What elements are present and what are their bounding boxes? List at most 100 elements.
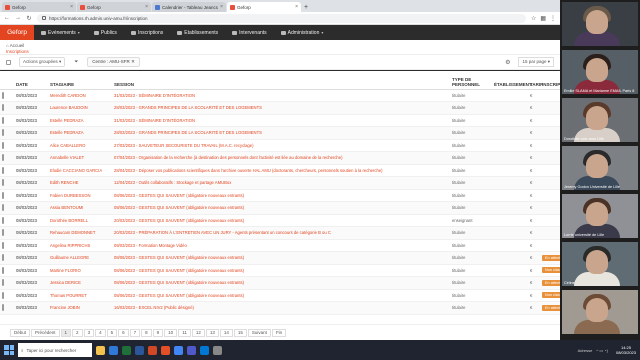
pagination-button[interactable]: Suivant — [247, 328, 271, 337]
table-row[interactable]: 08/03/2023 Laurence BAUDOIN 28/03/2023 - G… — [0, 101, 560, 115]
session-link[interactable]: 16/03/2023 - EXCEL NIV2 (Public désigné) — [112, 301, 450, 315]
pagination-button[interactable]: 8 — [141, 328, 152, 337]
column-header[interactable]: INSCRIPTION — [540, 71, 560, 90]
table-row[interactable]: 08/03/2023 Edith RENCHE 12/04/2023 - Outil… — [0, 176, 560, 190]
row-checkbox[interactable] — [2, 91, 4, 99]
session-link[interactable]: 28/03/2023 - GRANDS PRINCIPES DE LA SCOL… — [112, 126, 450, 140]
row-checkbox[interactable] — [2, 179, 4, 187]
table-row[interactable]: 08/03/2023 Martine FLORIO 08/06/2023 - GES… — [0, 264, 560, 277]
row-checkbox[interactable] — [2, 116, 4, 124]
pagination-button[interactable]: 15 — [233, 328, 247, 337]
page-size-select[interactable]: 15 par page ▾ — [518, 57, 554, 67]
browser-tab[interactable]: Calendrier - Tableau Jeancraft × — [152, 2, 226, 12]
trainee-link[interactable]: Meredith CARDON — [48, 89, 112, 102]
row-checkbox[interactable] — [2, 191, 4, 199]
taskbar-clock[interactable]: 14:25 08/03/2023 — [616, 345, 636, 355]
browser-tab[interactable]: Geforp × — [77, 2, 151, 12]
session-link[interactable]: 31/03/2023 - SÉMINAIRE D'INTÉGRATION — [112, 89, 450, 102]
trainee-link[interactable]: Annabelle VIALET — [48, 151, 112, 165]
table-row[interactable]: 08/03/2023 Dorothée BORRELL 20/03/2023 - G… — [0, 214, 560, 227]
row-checkbox[interactable] — [2, 129, 4, 137]
table-row[interactable]: 08/03/2023 Meredith CARDON 31/03/2023 - SÉ… — [0, 89, 560, 102]
settings-icon[interactable]: ⚙ — [505, 59, 510, 66]
url-field[interactable]: https://formations.rh.admin.univ-amu.fr/… — [37, 13, 526, 23]
session-link[interactable]: 20/03/2023 - PRÉPARATION À L'ENTRETIEN A… — [112, 226, 450, 240]
row-checkbox[interactable] — [2, 291, 4, 299]
trainee-link[interactable]: Guillaume ALLEGRE — [48, 251, 112, 265]
table-row[interactable]: 08/03/2023 Estelle PEDRAZA 28/03/2023 - GR… — [0, 126, 560, 140]
bulk-actions-dropdown[interactable]: Actions groupées ▾ — [19, 57, 66, 67]
taskbar-search[interactable]: ⌕ Taper ici pour rechercher — [18, 343, 92, 357]
column-header[interactable]: TYPE DE PERSONNEL — [450, 71, 492, 90]
participant-video-tile[interactable]: Céline — [562, 242, 638, 286]
menu-item-etablissements[interactable]: Etablissements — [170, 30, 225, 36]
status-badge[interactable]: Non classée en file — [542, 267, 560, 274]
session-link[interactable]: 08/06/2023 - GESTES QUI SAUVENT (obligat… — [112, 201, 450, 215]
menu-item-inscriptions[interactable]: Inscriptions — [124, 30, 170, 36]
pagination-button[interactable]: Début — [10, 328, 31, 337]
table-row[interactable]: 08/03/2023 Jessica DERICE 08/06/2023 - GES… — [0, 276, 560, 290]
teams-icon[interactable] — [187, 345, 196, 355]
trainee-link[interactable]: Edith RENCHE — [48, 176, 112, 190]
star-icon[interactable]: ☆ — [531, 15, 536, 22]
back-icon[interactable]: ← — [4, 15, 10, 21]
column-header[interactable]: ÉTABLISSEMENT — [492, 71, 532, 90]
pagination-button[interactable]: 5 — [106, 328, 118, 337]
session-link[interactable]: 08/06/2023 - GESTES QUI SAUVENT (obligat… — [112, 264, 450, 277]
column-header[interactable]: STAGIAIRE — [48, 71, 112, 90]
session-link[interactable]: 08/06/2023 - GESTES QUI SAUVENT (obligat… — [112, 189, 450, 202]
trainee-link[interactable]: Estelle PEDRAZA — [48, 126, 112, 140]
powerpoint-icon[interactable] — [148, 345, 157, 355]
breadcrumb-home[interactable]: ⌂ Accueil — [6, 43, 24, 48]
row-checkbox[interactable] — [2, 154, 4, 162]
edge-icon[interactable] — [109, 345, 118, 355]
reload-icon[interactable]: ↻ — [26, 15, 32, 22]
row-checkbox[interactable] — [2, 254, 4, 262]
pagination-button[interactable]: 2 — [72, 328, 83, 337]
trainee-link[interactable]: Francine JOBIN — [48, 301, 112, 315]
table-row[interactable]: 08/03/2023 Angelina RIPPRICHS 09/03/2023 -… — [0, 239, 560, 252]
row-checkbox[interactable] — [2, 216, 4, 224]
trainee-link[interactable]: Alice CABALLERO — [48, 139, 112, 152]
row-checkbox[interactable] — [2, 104, 4, 112]
tab-close-icon[interactable]: × — [145, 4, 148, 10]
pagination-button[interactable]: 6 — [118, 328, 129, 337]
trainee-link[interactable]: Dorothée BORRELL — [48, 214, 112, 227]
status-badge[interactable]: Non classée en file — [542, 292, 560, 299]
session-link[interactable]: 27/03/2023 - SAUVETEUR SECOURISTE DU TRA… — [112, 139, 450, 152]
menu-item-intervenants[interactable]: Intervenants — [225, 30, 274, 36]
pagination-button[interactable]: 14 — [219, 328, 233, 337]
trainee-link[interactable]: Martine FLORIO — [48, 264, 112, 277]
session-link[interactable]: 07/04/2023 - Organisation de la recherch… — [112, 151, 450, 165]
status-badge[interactable]: En attente — [542, 279, 560, 286]
pagination-button[interactable]: 12 — [191, 328, 205, 337]
column-header[interactable]: TARIF — [528, 71, 543, 90]
participant-video-tile[interactable]: Dorothée univ amu Lille — [562, 98, 638, 142]
table-row[interactable]: 08/03/2023 Assia BENTOUMI 08/06/2023 - GES… — [0, 201, 560, 215]
menu-item-publics[interactable]: Publics — [87, 30, 124, 36]
forward-icon[interactable]: → — [15, 15, 21, 21]
row-checkbox[interactable] — [2, 304, 4, 312]
table-row[interactable]: 08/03/2023 Francine JOBIN 16/03/2023 - EXC… — [0, 301, 560, 315]
session-link[interactable]: 08/06/2023 - GESTES QUI SAUVENT (obligat… — [112, 276, 450, 290]
participant-video-tile[interactable]: Lorrie université de Lille — [562, 194, 638, 238]
tab-close-icon[interactable]: × — [295, 4, 298, 10]
status-badge[interactable]: En attente — [542, 254, 560, 261]
brand-logo[interactable]: Geforp — [0, 25, 34, 40]
select-all-checkbox[interactable] — [6, 59, 11, 65]
pagination-button[interactable]: 9 — [152, 328, 164, 337]
excel-icon[interactable] — [122, 345, 131, 355]
menu-dots-icon[interactable]: ⋮ — [550, 15, 556, 22]
column-header[interactable]: SESSION — [112, 71, 450, 90]
tab-close-icon[interactable]: × — [220, 4, 223, 10]
new-tab-icon[interactable]: + — [302, 2, 310, 12]
folder-icon[interactable] — [96, 345, 105, 355]
pagination-button[interactable]: Fin — [271, 328, 287, 337]
windows-start-icon[interactable] — [4, 345, 14, 355]
active-filter-tag[interactable]: Centre : AMU-SFR ✕ — [87, 57, 140, 67]
table-row[interactable]: 08/03/2023 Elodie CACCIANO GARCIA 28/04/20… — [0, 164, 560, 177]
tab-close-icon[interactable]: × — [70, 4, 73, 10]
tray-address-label[interactable]: Adresse — [578, 348, 593, 353]
table-row[interactable]: 08/03/2023 Estelle PEDRAZA 31/03/2023 - SÉ… — [0, 114, 560, 127]
chrome-icon[interactable] — [174, 345, 183, 355]
